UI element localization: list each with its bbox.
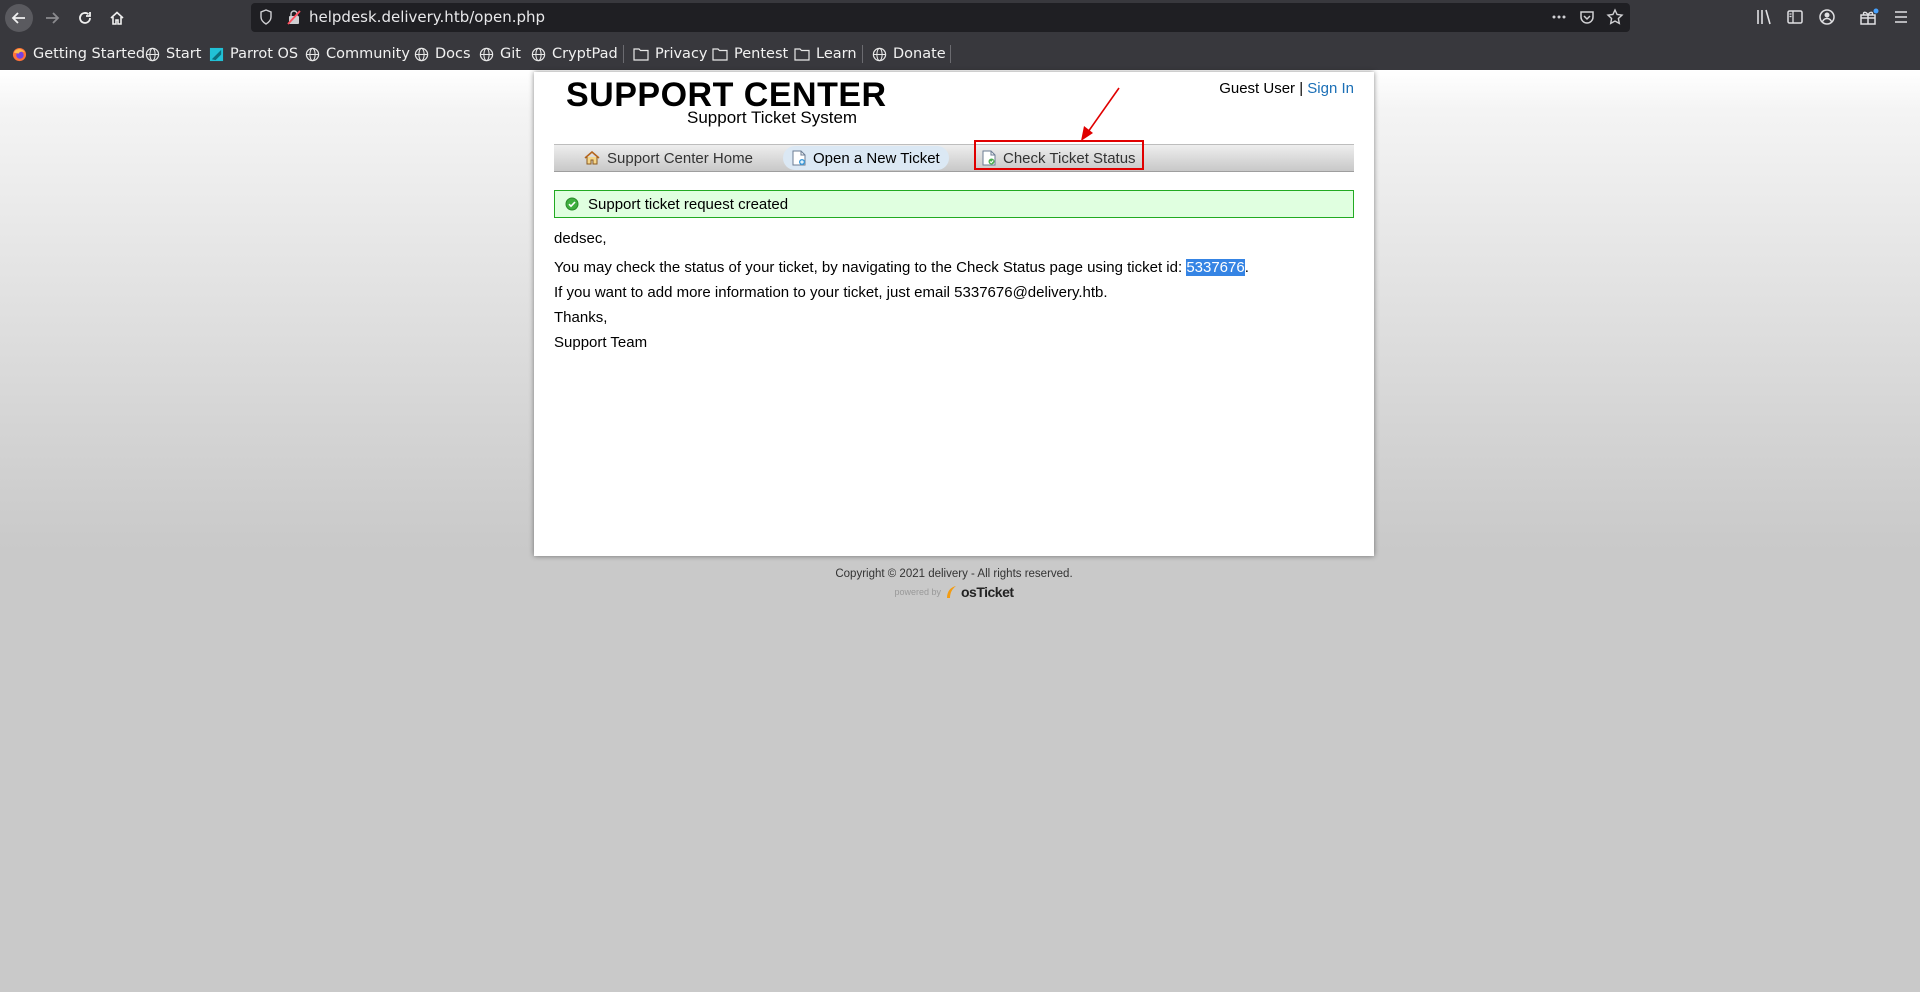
bookmark-star-icon[interactable] xyxy=(1606,8,1624,26)
account-icon[interactable] xyxy=(1818,8,1836,26)
page-viewport: SUPPORT CENTER Support Ticket System Gue… xyxy=(0,70,1920,992)
globe-icon xyxy=(145,47,160,61)
bookmark-separator xyxy=(862,45,863,63)
status-instructions: You may check the status of your ticket,… xyxy=(554,259,1249,276)
folder-icon xyxy=(712,48,728,61)
bookmark-community[interactable]: Community xyxy=(305,42,410,66)
support-center-container: SUPPORT CENTER Support Ticket System Gue… xyxy=(534,72,1374,556)
globe-icon xyxy=(531,47,546,61)
home-button[interactable] xyxy=(103,4,131,32)
annotation-highlight-box xyxy=(974,140,1144,170)
more-actions-icon[interactable] xyxy=(1550,8,1568,26)
bookmark-privacy[interactable]: Privacy xyxy=(633,42,708,66)
ticket-id[interactable]: 5337676 xyxy=(1186,259,1245,276)
firefox-icon xyxy=(12,47,27,61)
site-logo-subtitle: Support Ticket System xyxy=(687,108,858,127)
guest-user-label: Guest User xyxy=(1219,80,1296,97)
email-instructions: If you want to add more information to y… xyxy=(554,284,1108,301)
bookmark-git[interactable]: Git xyxy=(479,42,521,66)
bookmark-separator xyxy=(950,45,951,63)
pocket-icon[interactable] xyxy=(1578,8,1596,26)
home-icon xyxy=(584,151,600,165)
bookmark-pentest[interactable]: Pentest xyxy=(712,42,788,66)
powered-by-osticket[interactable]: powered by osTicket xyxy=(534,584,1374,600)
footer-copyright: Copyright © 2021 delivery - All rights r… xyxy=(835,568,1073,580)
sidebar-icon[interactable] xyxy=(1786,8,1804,26)
bookmark-separator xyxy=(623,45,624,63)
globe-icon xyxy=(414,47,429,61)
thanks-text: Thanks, xyxy=(554,309,608,326)
library-icon[interactable] xyxy=(1755,8,1773,26)
forward-button[interactable] xyxy=(38,4,66,32)
bookmark-cryptpad[interactable]: CryptPad xyxy=(531,42,618,66)
bookmark-parrot-os[interactable]: Parrot OS xyxy=(209,42,298,66)
bookmark-donate[interactable]: Donate xyxy=(872,42,946,66)
browser-toolbar: helpdesk.delivery.htb/open.php xyxy=(0,0,1920,36)
parrot-icon xyxy=(209,47,224,61)
main-nav: Support Center Home Open a New Ticket Ch… xyxy=(554,144,1354,172)
nav-open-new-ticket[interactable]: Open a New Ticket xyxy=(783,146,949,170)
annotation-arrow-icon xyxy=(1081,87,1120,141)
url-actions xyxy=(1550,8,1624,26)
check-circle-icon xyxy=(565,197,579,211)
folder-icon xyxy=(633,48,649,61)
hamburger-menu-icon[interactable] xyxy=(1892,8,1910,26)
arrow-left-icon xyxy=(11,12,25,24)
bookmark-getting-started[interactable]: Getting Started xyxy=(12,42,145,66)
back-button[interactable] xyxy=(5,4,33,32)
bookmark-docs[interactable]: Docs xyxy=(414,42,471,66)
browser-chrome: helpdesk.delivery.htb/open.php Getting S… xyxy=(0,0,1920,70)
home-icon xyxy=(110,11,124,25)
greeting-text: dedsec, xyxy=(554,230,607,247)
insecure-lock-icon[interactable] xyxy=(287,9,301,25)
globe-icon xyxy=(872,47,887,61)
nav-label: Open a New Ticket xyxy=(813,149,940,167)
bookmark-start[interactable]: Start xyxy=(145,42,201,66)
osticket-brand: osTicket xyxy=(960,584,1014,600)
osticket-logo-icon xyxy=(946,586,956,598)
user-separator: | xyxy=(1299,80,1304,97)
nav-label: Support Center Home xyxy=(607,149,753,167)
nav-support-center-home[interactable]: Support Center Home xyxy=(584,146,753,170)
signature-text: Support Team xyxy=(554,334,648,351)
address-bar[interactable]: helpdesk.delivery.htb/open.php xyxy=(251,3,1630,32)
notice-text: Support ticket request created xyxy=(588,195,789,213)
bookmarks-toolbar: Getting Started Start Parrot OS Communit… xyxy=(0,42,1920,66)
extensions-icon[interactable] xyxy=(1859,8,1879,26)
user-status: Guest User | Sign In xyxy=(1219,80,1354,97)
url-text[interactable]: helpdesk.delivery.htb/open.php xyxy=(309,8,545,26)
success-notice: Support ticket request created xyxy=(554,190,1354,218)
shield-icon[interactable] xyxy=(259,9,273,25)
folder-icon xyxy=(794,48,810,61)
bookmark-learn[interactable]: Learn xyxy=(794,42,857,66)
powered-by-label: powered by xyxy=(894,587,941,597)
reload-button[interactable] xyxy=(71,4,99,32)
sign-in-link[interactable]: Sign In xyxy=(1307,80,1354,97)
new-ticket-icon xyxy=(792,150,806,166)
globe-icon xyxy=(479,47,494,61)
arrow-right-icon xyxy=(46,12,60,24)
globe-icon xyxy=(305,47,320,61)
reload-icon xyxy=(79,12,91,24)
